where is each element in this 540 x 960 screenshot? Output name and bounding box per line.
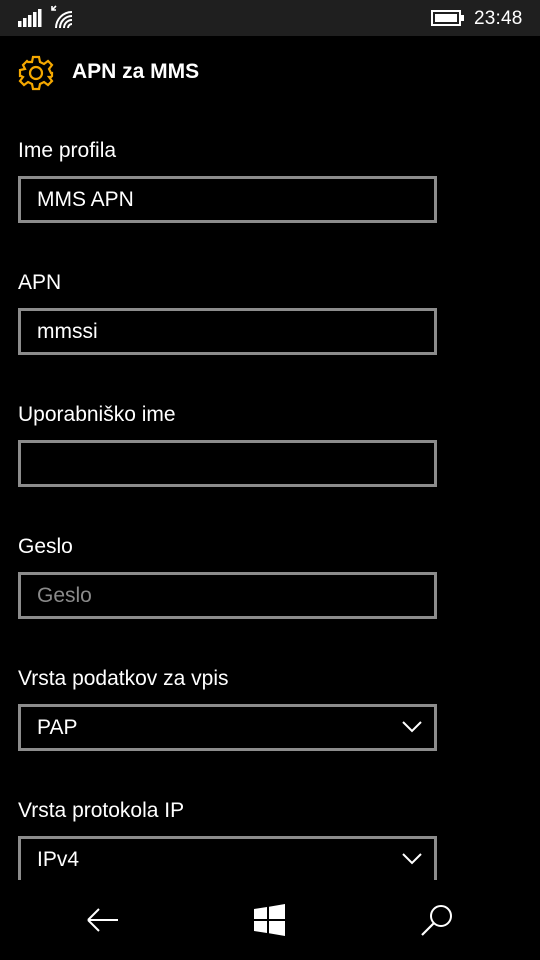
- wifi-icon: [51, 5, 73, 29]
- battery-icon: [431, 10, 464, 26]
- ip-type-value: IPv4: [37, 848, 80, 871]
- profile-name-input[interactable]: MMS APN: [18, 176, 437, 223]
- password-placeholder: Geslo: [37, 584, 92, 607]
- password-label: Geslo: [18, 535, 73, 558]
- status-time: 23:48: [474, 8, 523, 29]
- navigation-bar: [0, 880, 540, 960]
- status-bar: 23:48: [0, 0, 540, 36]
- auth-type-value: PAP: [37, 716, 78, 739]
- apn-input[interactable]: mmssi: [18, 308, 437, 355]
- page-title: APN za MMS: [72, 60, 200, 83]
- chevron-down-icon: [402, 721, 422, 733]
- auth-type-select[interactable]: PAP: [18, 704, 437, 751]
- profile-name-label: Ime profila: [18, 139, 117, 162]
- username-input[interactable]: [18, 440, 437, 487]
- auth-type-label: Vrsta podatkov za vpis: [18, 667, 229, 690]
- signal-icon: [18, 9, 42, 27]
- windows-icon[interactable]: [248, 898, 292, 942]
- apn-value: mmssi: [37, 320, 98, 343]
- search-icon[interactable]: [416, 898, 460, 942]
- ip-type-label: Vrsta protokola IP: [18, 799, 185, 822]
- profile-name-value: MMS APN: [37, 188, 134, 211]
- apn-label: APN: [18, 271, 62, 294]
- page-header: APN za MMS: [0, 36, 540, 112]
- gear-icon: [18, 55, 54, 91]
- back-icon[interactable]: [80, 898, 124, 942]
- password-input[interactable]: Geslo: [18, 572, 437, 619]
- chevron-down-icon: [402, 853, 422, 865]
- username-label: Uporabniško ime: [18, 403, 176, 426]
- ip-type-select[interactable]: IPv4: [18, 836, 437, 883]
